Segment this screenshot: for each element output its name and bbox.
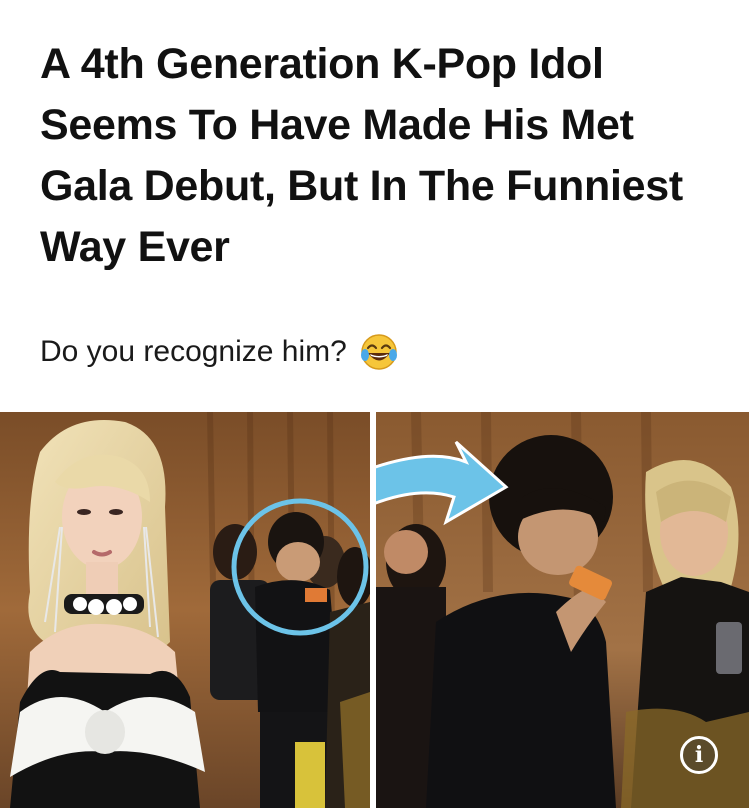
rose-met-gala-photo — [0, 412, 370, 808]
article-image[interactable]: i — [0, 412, 749, 808]
article-headline[interactable]: A 4th Generation K-Pop Idol Seems To Hav… — [40, 34, 730, 278]
article-subheadline: Do you recognize him? — [40, 330, 399, 374]
face-with-tears-of-joy-emoji — [360, 334, 397, 370]
subheadline-text: Do you recognize him? — [40, 335, 347, 368]
info-icon[interactable]: i — [680, 736, 718, 774]
